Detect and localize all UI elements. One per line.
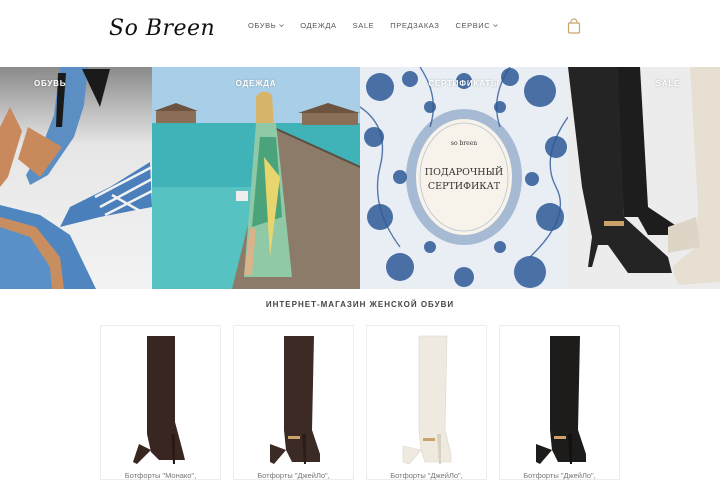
- site-header: So Breen ОБУВЬ ОДЕЖДА SALE ПРЕДЗАКАЗ СЕР…: [0, 0, 720, 67]
- nav-item-label: СЕРВИС: [455, 20, 491, 30]
- product-image: [133, 336, 185, 464]
- section-title: ИНТЕРНЕТ-МАГАЗИН ЖЕНСКОЙ ОБУВИ: [265, 300, 455, 309]
- certificate-line2: СЕРТИФИКАТ: [428, 181, 501, 192]
- certificate-brand: so breen: [451, 140, 477, 147]
- nav-item-sale[interactable]: SALE: [353, 21, 375, 30]
- product-image: [536, 336, 586, 464]
- banner-certificates[interactable]: so breen ПОДАРОЧНЫЙ СЕРТИФИКАТ СЕРТИФИКА…: [360, 67, 568, 289]
- banner-label: ОДЕЖДА: [235, 79, 277, 88]
- nav-item-clothes[interactable]: ОДЕЖДА: [300, 21, 336, 30]
- banner-label: SALE: [655, 79, 681, 88]
- chevron-down-icon: [493, 23, 499, 27]
- certificate-image: so breen ПОДАРОЧНЫЙ СЕРТИФИКАТ: [360, 67, 568, 289]
- product-image: [402, 335, 452, 465]
- nav-item-label: ПРЕДЗАКАЗ: [390, 20, 440, 30]
- clothes-image: [152, 67, 360, 289]
- shopping-bag-icon[interactable]: [567, 18, 581, 34]
- nav-item-label: ОБУВЬ: [248, 20, 277, 30]
- nav-item-label: ОДЕЖДА: [300, 20, 337, 30]
- banner-clothes[interactable]: ОДЕЖДА: [152, 67, 360, 289]
- brand-logo[interactable]: So Breen: [109, 14, 215, 48]
- product-name: Ботфорты "Монако",: [124, 471, 197, 480]
- product-name: Ботфорты "ДжейЛо",: [523, 471, 596, 480]
- nav-item-shoes[interactable]: ОБУВЬ: [248, 20, 285, 30]
- sale-image: [568, 67, 720, 289]
- banner-shoes[interactable]: ОБУВЬ: [0, 67, 152, 289]
- logo-text: So Breen: [109, 16, 216, 41]
- product-card[interactable]: Ботфорты "ДжейЛо",: [233, 325, 354, 480]
- nav-item-preorder[interactable]: ПРЕДЗАКАЗ: [390, 21, 439, 30]
- nav-item-service[interactable]: СЕРВИС: [455, 20, 499, 30]
- product-card[interactable]: Ботфорты "ДжейЛо",: [499, 325, 620, 480]
- banner-sale[interactable]: SALE: [568, 67, 720, 289]
- product-image: [270, 336, 320, 464]
- category-banners: ОБУВЬ ОДЕЖДА so breen ПОДАРОЧНЫЙ СЕРТИФИ…: [0, 67, 720, 289]
- nav-item-label: SALE: [352, 20, 375, 30]
- product-name: Ботфорты "ДжейЛо",: [390, 471, 463, 480]
- banner-label: СЕРТИФИКАТЫ: [428, 79, 500, 88]
- product-name: Ботфорты "ДжейЛо",: [257, 471, 330, 480]
- product-card[interactable]: Ботфорты "ДжейЛо",: [366, 325, 487, 480]
- chevron-down-icon: [279, 23, 285, 27]
- banner-label: ОБУВЬ: [34, 79, 67, 88]
- main-nav: ОБУВЬ ОДЕЖДА SALE ПРЕДЗАКАЗ СЕРВИС: [248, 18, 514, 32]
- shoes-image: [0, 67, 152, 289]
- product-card[interactable]: Ботфорты "Монако",: [100, 325, 221, 480]
- certificate-line1: ПОДАРОЧНЫЙ: [425, 166, 503, 178]
